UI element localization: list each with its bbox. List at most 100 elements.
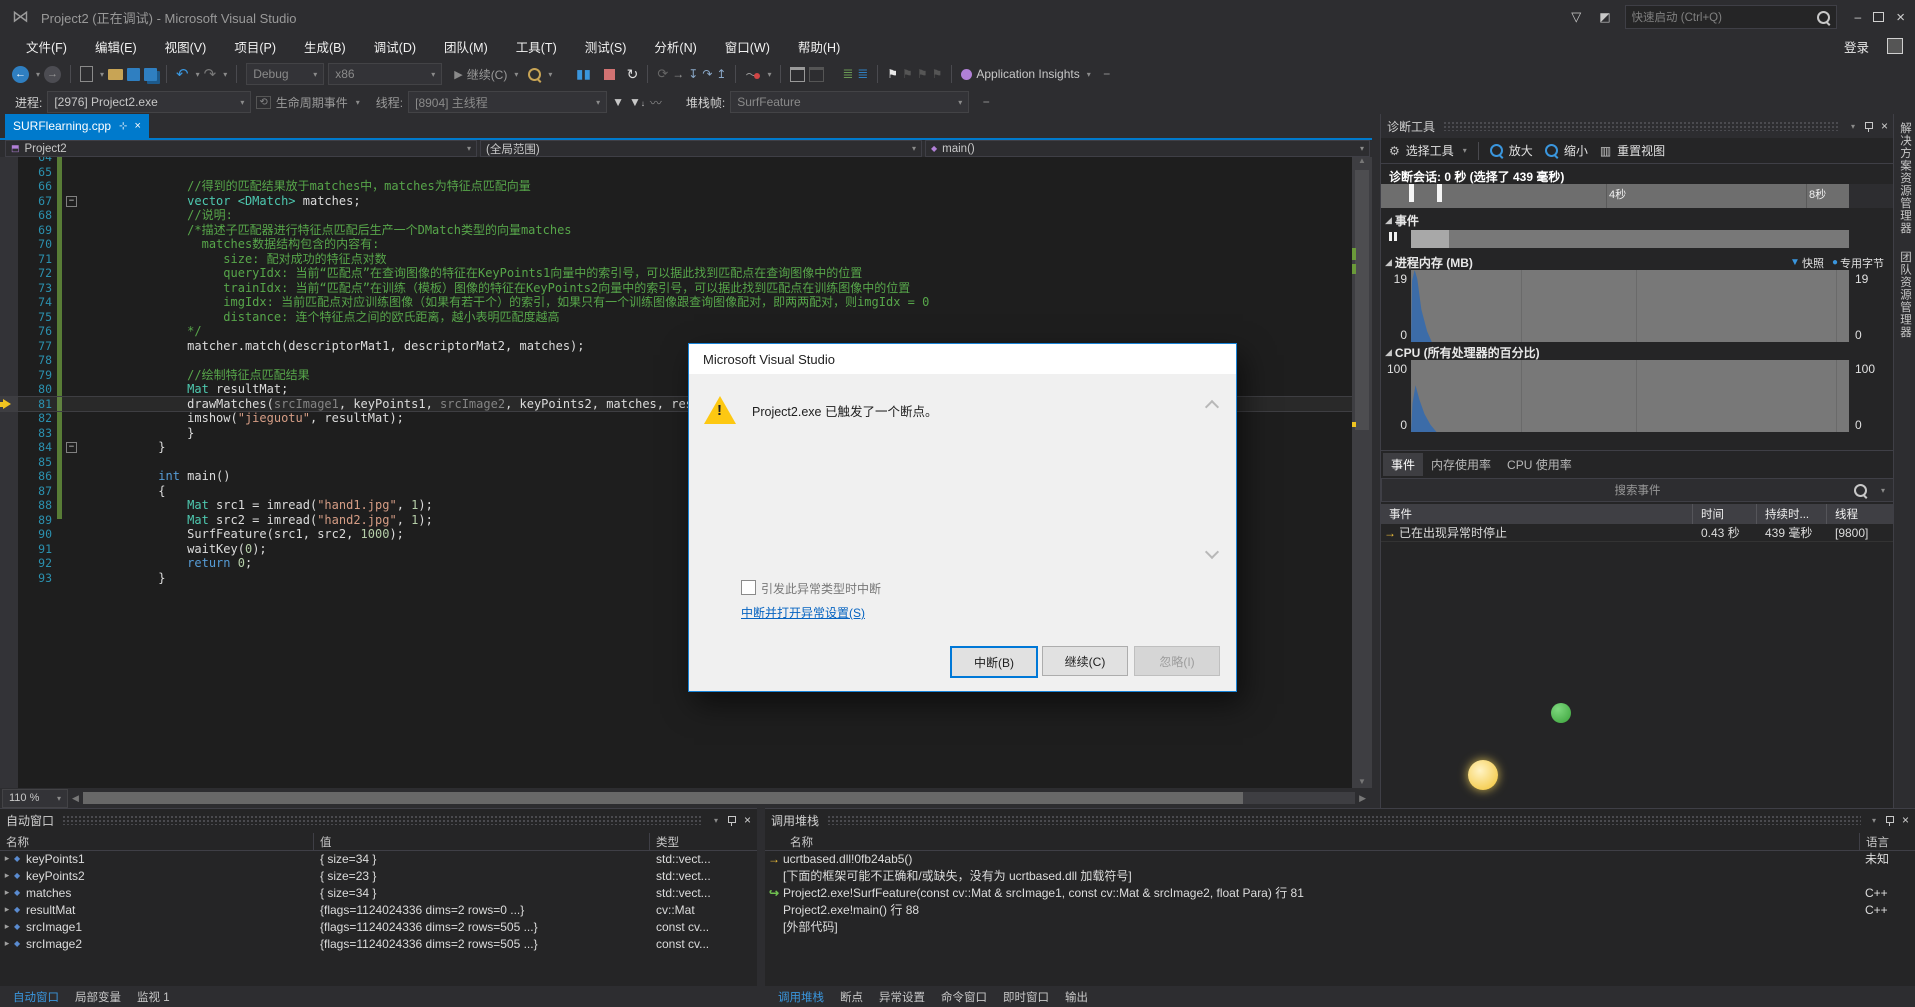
indent-decrease-icon[interactable]: ≣	[842, 66, 853, 82]
cpu-chart[interactable]	[1411, 360, 1849, 432]
tool-window-tab[interactable]: 输出	[1058, 987, 1095, 1007]
stop-icon[interactable]	[604, 69, 615, 80]
step-arrow-icon[interactable]: →	[672, 67, 684, 81]
bookmark-icon[interactable]: ⚑	[887, 67, 898, 81]
fold-gutter[interactable]	[60, 179, 86, 194]
lightbulb-notification[interactable]	[1468, 760, 1498, 790]
step-into-icon[interactable]: ↧	[688, 67, 698, 81]
fold-gutter[interactable]	[60, 310, 86, 325]
fold-gutter[interactable]	[60, 469, 86, 484]
fold-gutter[interactable]	[60, 382, 86, 397]
diagnostics-tab[interactable]: CPU 使用率	[1499, 453, 1580, 476]
fold-gutter[interactable]	[60, 411, 86, 426]
suspend-icon[interactable]: 〰	[650, 94, 662, 111]
editor-vertical-scrollbar[interactable]: ÷ ▲ ▼	[1352, 140, 1372, 788]
fold-gutter[interactable]	[60, 339, 86, 354]
user-avatar-icon[interactable]	[1887, 38, 1903, 54]
pin-icon[interactable]	[1863, 121, 1873, 131]
minimize-button[interactable]: –	[1855, 10, 1862, 24]
lifecycle-icon[interactable]: ⟲	[256, 96, 270, 109]
variable-row[interactable]: ▸ ◆ srcImage2 {flags=1124024336 dims=2 r…	[0, 935, 757, 952]
fold-gutter[interactable]	[60, 281, 86, 296]
diagnostics-title-bar[interactable]: 诊断工具 ▾ ×	[1381, 114, 1894, 138]
expand-icon[interactable]: ▸	[0, 887, 14, 898]
back-dropdown-icon[interactable]: ▾	[36, 70, 40, 79]
expand-icon[interactable]: ▸	[0, 870, 14, 881]
reset-view-button[interactable]: 重置视图	[1617, 142, 1665, 159]
flag-filter-icon[interactable]: ▼	[612, 95, 624, 109]
platform-dropdown[interactable]: x86▾	[328, 63, 442, 85]
project-dropdown[interactable]: ⬒Project2▾	[5, 140, 477, 157]
app-insights-button[interactable]: Application Insights	[976, 67, 1079, 81]
fold-gutter[interactable]	[60, 223, 86, 238]
thread-dropdown[interactable]: [8904] 主线程▾	[408, 91, 607, 113]
fold-gutter[interactable]	[60, 368, 86, 383]
feedback-icon[interactable]: ▽	[1571, 9, 1581, 25]
navigate-back-icon[interactable]: ←	[12, 66, 29, 83]
search-icon[interactable]	[1854, 484, 1867, 497]
stack-frame-row[interactable]: [外部代码]	[765, 918, 1915, 935]
stack-frame-row[interactable]: Project2.exe!main() 行 88 C++	[765, 901, 1915, 918]
browse-icon[interactable]	[528, 68, 541, 81]
variable-row[interactable]: ▸ ◆ srcImage1 {flags=1124024336 dims=2 r…	[0, 918, 757, 935]
menu-item[interactable]: 团队(M)	[430, 37, 502, 56]
cpu-section-header[interactable]: ◢CPU (所有处理器的百分比)	[1385, 344, 1540, 361]
tool-window-tab[interactable]: 即时窗口	[996, 987, 1056, 1007]
indent-increase-icon[interactable]: ≣	[857, 66, 868, 82]
sign-in-link[interactable]: 登录	[1844, 37, 1869, 56]
save-all-icon[interactable]	[144, 68, 157, 81]
save-icon[interactable]	[127, 68, 140, 81]
tool-window-tab[interactable]: 监视 1	[130, 987, 177, 1007]
tool-window-tab[interactable]: 调用堆栈	[771, 987, 831, 1007]
fold-gutter[interactable]	[60, 295, 86, 310]
open-file-icon[interactable]	[108, 69, 123, 80]
expand-icon[interactable]: ▸	[0, 853, 14, 864]
fold-gutter[interactable]	[60, 484, 86, 499]
open-exception-settings-link[interactable]: 中断并打开异常设置(S)	[741, 604, 865, 621]
close-icon[interactable]: ×	[744, 813, 751, 827]
break-checkbox[interactable]	[741, 580, 756, 595]
memory-chart[interactable]	[1411, 270, 1849, 342]
stack-frame-row[interactable]: → ucrtbased.dll!0fb24ab5() 未知	[765, 850, 1915, 867]
menu-item[interactable]: 工具(T)	[502, 37, 571, 56]
tool-window-tab[interactable]: 命令窗口	[934, 987, 994, 1007]
menu-item[interactable]: 窗口(W)	[711, 37, 784, 56]
dialog-title-bar[interactable]: Microsoft Visual Studio	[689, 344, 1236, 374]
breakpoint-toggle-icon[interactable]: 〜	[745, 66, 760, 83]
fold-gutter[interactable]	[60, 324, 86, 339]
events-section-header[interactable]: ◢事件	[1385, 212, 1419, 229]
select-tool-button[interactable]: 选择工具	[1406, 142, 1454, 159]
col-type[interactable]: 类型	[656, 834, 679, 850]
undo-dropdown-icon[interactable]: ▾	[196, 70, 200, 79]
call-stack-title-bar[interactable]: 调用堆栈 ▾ ×	[765, 809, 1915, 831]
menu-item[interactable]: 编辑(E)	[81, 37, 151, 56]
prev-bookmark-icon[interactable]: ⚑	[902, 67, 913, 81]
navigate-forward-icon[interactable]: →	[44, 66, 61, 83]
zoom-in-icon[interactable]	[1490, 144, 1503, 157]
new-file-dropdown-icon[interactable]: ▾	[100, 70, 104, 79]
fold-gutter[interactable]	[60, 266, 86, 281]
solution-config-dropdown[interactable]: Debug▾	[246, 63, 324, 85]
menu-item[interactable]: 调试(D)	[360, 37, 430, 56]
maximize-button[interactable]	[1873, 12, 1884, 22]
redo-icon[interactable]: ↷	[204, 65, 217, 83]
stack-frame-row[interactable]: ↪ Project2.exe!SurfFeature(const cv::Mat…	[765, 884, 1915, 901]
stack-frame-row[interactable]: [下面的框架可能不正确和/或缺失，没有为 ucrtbased.dll 加载符号]	[765, 867, 1915, 884]
fold-gutter[interactable]	[60, 353, 86, 368]
output-window-icon[interactable]	[790, 67, 805, 82]
close-icon[interactable]: ×	[1881, 119, 1888, 133]
flag-filter-down-icon[interactable]: ▼↓	[629, 95, 645, 109]
pin-icon[interactable]	[726, 815, 736, 825]
fold-gutter[interactable]	[60, 513, 86, 528]
vertical-tool-tab[interactable]: 解决方案资源管理器	[1897, 122, 1913, 235]
pin-icon[interactable]	[1884, 815, 1894, 825]
scroll-down-icon[interactable]	[1205, 545, 1219, 559]
tab-surflearning-cpp[interactable]: SURFlearning.cpp ⊹ ×	[5, 114, 149, 138]
app-insights-dropdown-icon[interactable]: ▾	[1087, 70, 1091, 79]
scroll-up-icon[interactable]: ▲	[1352, 156, 1372, 165]
scope-dropdown[interactable]: (全局范围)▾	[480, 140, 922, 157]
tab-close-icon[interactable]: ×	[134, 120, 140, 132]
panel-splitter[interactable]	[757, 808, 765, 1007]
restart-icon[interactable]: ↻	[627, 66, 639, 83]
variable-row[interactable]: ▸ ◆ resultMat {flags=1124024336 dims=2 r…	[0, 901, 757, 918]
